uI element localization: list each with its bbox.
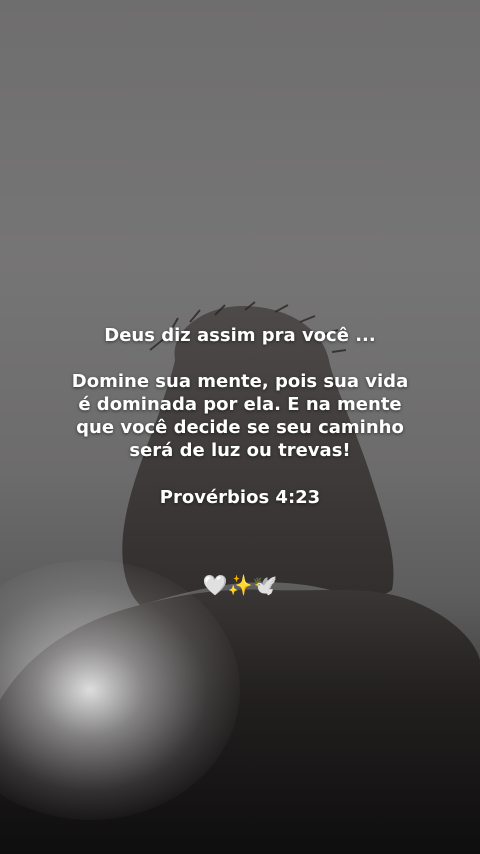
verse-line: Domine sua mente, pois sua vida	[71, 371, 409, 392]
verse-line: será de luz ou trevas!	[129, 440, 351, 461]
verse-reference: Provérbios 4:23	[159, 487, 321, 508]
headline: Deus diz assim pra você ...	[104, 325, 376, 346]
verse-text: Domine sua mente, pois sua vida é domina…	[40, 370, 440, 462]
verse-line: que você decide se seu caminho	[76, 417, 404, 438]
quote-text-block: Deus diz assim pra você ... Domine sua m…	[40, 324, 440, 509]
verse-line: é dominada por ela. E na mente	[78, 394, 402, 415]
heart-sparkles-dove-emojis: 🤍✨🕊️	[202, 573, 278, 597]
story-screen: Deus diz assim pra você ... Domine sua m…	[0, 0, 480, 854]
